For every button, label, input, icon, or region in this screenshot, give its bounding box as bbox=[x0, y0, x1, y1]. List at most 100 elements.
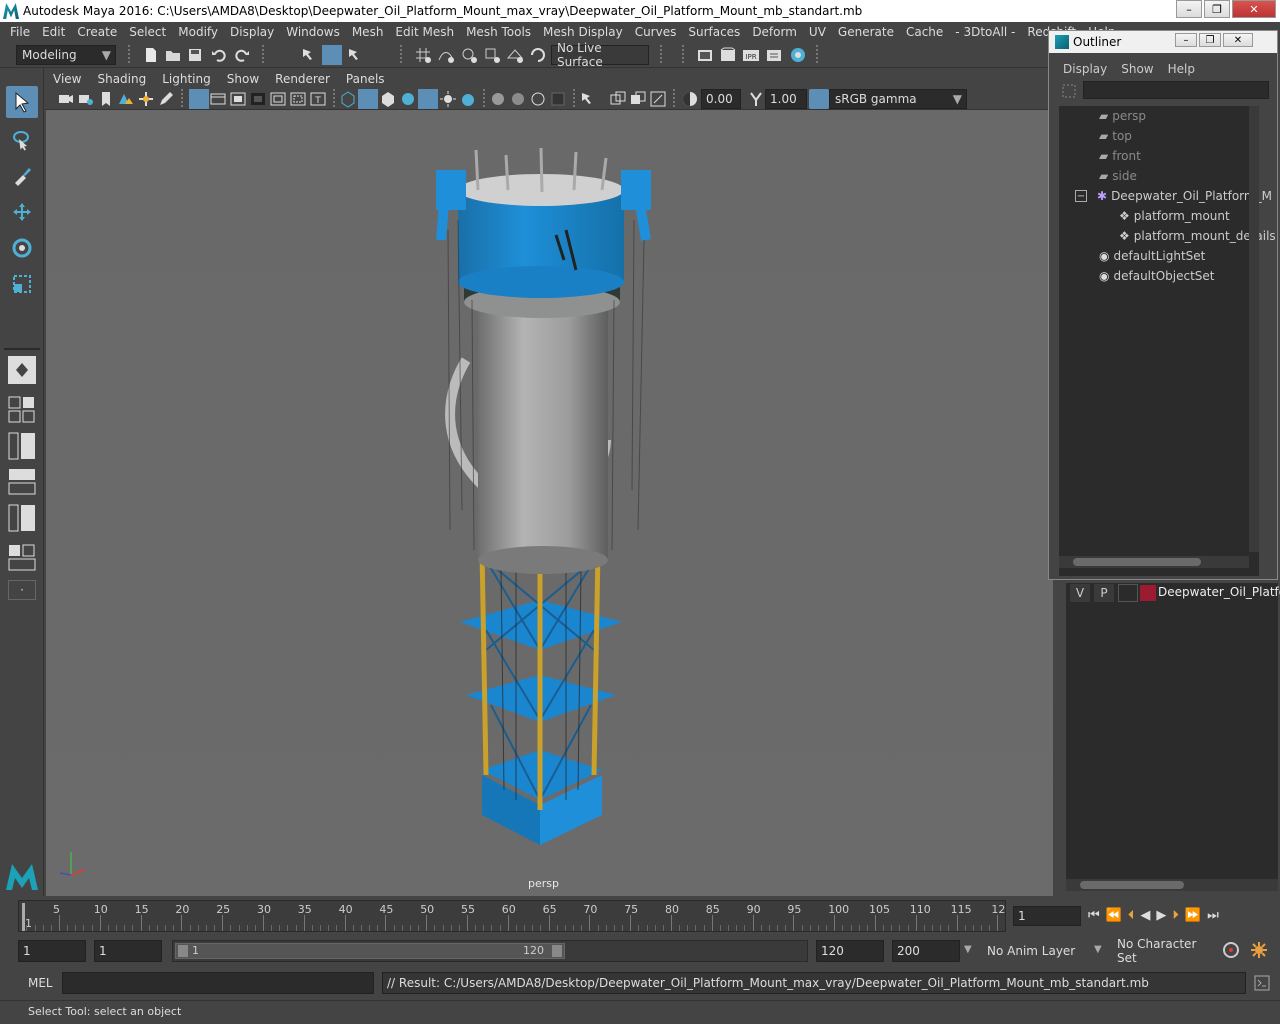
menu-mesh-tools[interactable]: Mesh Tools bbox=[466, 25, 531, 39]
highlight-icon[interactable] bbox=[579, 90, 597, 108]
view-transform-dropdown[interactable]: sRGB gamma ▼ bbox=[829, 89, 967, 109]
menu-3dtoall[interactable]: - 3DtoAll - bbox=[955, 25, 1015, 39]
gamma-field[interactable]: 1.00 bbox=[765, 89, 807, 109]
resolution-gate-icon[interactable] bbox=[229, 90, 247, 108]
smooth-shade-icon[interactable] bbox=[358, 89, 378, 109]
gate-mask-icon[interactable] bbox=[249, 90, 267, 108]
current-frame-field[interactable]: 1 bbox=[1013, 906, 1081, 926]
layer-playback-toggle[interactable]: P bbox=[1094, 584, 1114, 602]
snap-grid-icon[interactable] bbox=[414, 46, 432, 64]
render-settings-icon[interactable] bbox=[765, 46, 783, 64]
graph-layout-button[interactable] bbox=[8, 468, 36, 496]
menu-mesh[interactable]: Mesh bbox=[352, 25, 384, 39]
render-frame-icon[interactable] bbox=[719, 46, 737, 64]
four-pane-layout-button[interactable] bbox=[8, 396, 36, 424]
step-forward-frame-icon[interactable]: ⏵ bbox=[1172, 908, 1179, 923]
move-tool-button[interactable] bbox=[6, 196, 38, 228]
uv-layout-button[interactable] bbox=[8, 544, 36, 572]
layer-name[interactable]: Deepwater_Oil_Platfor bbox=[1158, 585, 1280, 599]
layer-color-swatch[interactable] bbox=[1140, 585, 1156, 601]
collapse-icon[interactable]: − bbox=[1075, 190, 1087, 202]
outliner-menu-help[interactable]: Help bbox=[1168, 62, 1195, 76]
image-plane-icon[interactable] bbox=[117, 90, 135, 108]
maximize-button[interactable]: ❐ bbox=[1204, 0, 1230, 18]
go-to-end-icon[interactable]: ⏭ bbox=[1207, 908, 1219, 923]
select-component-icon[interactable] bbox=[346, 46, 364, 64]
select-tool-button[interactable] bbox=[6, 86, 38, 118]
outliner-item-side[interactable]: ▰ side bbox=[1099, 166, 1137, 186]
range-handle-bar[interactable]: 1 120 bbox=[175, 943, 565, 959]
viewport-menu-panels[interactable]: Panels bbox=[346, 72, 385, 86]
step-back-frame-icon[interactable]: ⏴ bbox=[1128, 908, 1135, 923]
menu-modify[interactable]: Modify bbox=[178, 25, 218, 39]
time-slider-track[interactable]: 1 5 10 15 20 25 30 35 40 45 50 55 60 65 70 75 80 85 90 95 1… bbox=[18, 900, 1006, 932]
range-bar[interactable]: 1 120 bbox=[172, 940, 808, 962]
play-forward-icon[interactable]: ▶ bbox=[1156, 908, 1166, 923]
go-to-start-icon[interactable]: ⏮ bbox=[1088, 908, 1100, 923]
playback-end-field[interactable]: 120 bbox=[816, 940, 884, 962]
viewport-menu-show[interactable]: Show bbox=[227, 72, 259, 86]
outliner-vertical-scrollbar[interactable] bbox=[1249, 106, 1259, 552]
exposure-icon[interactable] bbox=[681, 90, 699, 108]
current-time-indicator[interactable] bbox=[22, 903, 25, 931]
menu-edit[interactable]: Edit bbox=[42, 25, 65, 39]
menu-surfaces[interactable]: Surfaces bbox=[688, 25, 740, 39]
ao-icon[interactable] bbox=[459, 90, 477, 108]
outliner-horizontal-scrollbar[interactable] bbox=[1059, 556, 1249, 568]
snap-point-icon[interactable] bbox=[460, 46, 478, 64]
chevron-down-icon[interactable]: ▼ bbox=[1094, 944, 1102, 955]
playback-start-field[interactable]: 1 bbox=[94, 940, 162, 962]
undo-icon[interactable] bbox=[210, 46, 228, 64]
exposure-field[interactable]: 0.00 bbox=[701, 89, 741, 109]
time-slider[interactable]: 1 5 10 15 20 25 30 35 40 45 50 55 60 65 70 75 80 85 90 95 1… bbox=[0, 898, 1280, 936]
snap-view-plane-icon[interactable] bbox=[506, 46, 524, 64]
safe-title-icon[interactable]: T bbox=[309, 90, 327, 108]
menu-edit-mesh[interactable]: Edit Mesh bbox=[395, 25, 454, 39]
make-live-icon[interactable] bbox=[529, 46, 547, 64]
menu-windows[interactable]: Windows bbox=[286, 25, 340, 39]
viewport-menu-view[interactable]: View bbox=[53, 72, 81, 86]
outliner-item-default-object-set[interactable]: ◉ defaultObjectSet bbox=[1099, 266, 1215, 286]
bookmark-icon[interactable] bbox=[97, 90, 115, 108]
lighting-icon[interactable] bbox=[418, 89, 438, 109]
viewport-persp[interactable]: persp bbox=[46, 110, 1053, 896]
new-scene-icon[interactable] bbox=[142, 46, 160, 64]
snap-curve-icon[interactable] bbox=[437, 46, 455, 64]
save-scene-icon[interactable] bbox=[186, 46, 204, 64]
frame-all-icon[interactable] bbox=[629, 90, 647, 108]
outliner-search-input[interactable] bbox=[1083, 81, 1269, 99]
2d-pan-zoom-icon[interactable] bbox=[137, 90, 155, 108]
animation-preferences-icon[interactable] bbox=[1250, 941, 1268, 959]
outliner-menu-show[interactable]: Show bbox=[1121, 62, 1153, 76]
close-button[interactable]: ✕ bbox=[1232, 0, 1276, 18]
frame-selected-icon[interactable] bbox=[649, 90, 667, 108]
shaded-wireframe-icon[interactable] bbox=[379, 90, 397, 108]
filter-icon[interactable] bbox=[1061, 83, 1077, 99]
outliner-item-platform-mount[interactable]: ❖ platform_mount bbox=[1119, 206, 1230, 226]
menu-display[interactable]: Display bbox=[230, 25, 274, 39]
command-input[interactable] bbox=[62, 972, 374, 994]
script-editor-icon[interactable] bbox=[1254, 975, 1270, 991]
backface-icon[interactable] bbox=[549, 90, 567, 108]
select-object-icon[interactable] bbox=[322, 45, 342, 65]
color-management-icon[interactable] bbox=[809, 89, 829, 109]
more-layouts-button[interactable]: · bbox=[8, 580, 36, 600]
camera-select-icon[interactable] bbox=[57, 90, 75, 108]
outliner-menu-display[interactable]: Display bbox=[1063, 62, 1107, 76]
menu-deform[interactable]: Deform bbox=[752, 25, 797, 39]
shadows-icon[interactable] bbox=[439, 90, 457, 108]
menu-generate[interactable]: Generate bbox=[838, 25, 894, 39]
scale-tool-button[interactable] bbox=[6, 268, 38, 300]
outliner-item-top[interactable]: ▰ top bbox=[1099, 126, 1132, 146]
grid-toggle-icon[interactable] bbox=[189, 89, 209, 109]
menu-file[interactable]: File bbox=[10, 25, 30, 39]
outliner-close-button[interactable]: ✕ bbox=[1223, 33, 1253, 47]
step-back-key-icon[interactable]: ⏪ bbox=[1106, 908, 1122, 923]
menu-create[interactable]: Create bbox=[77, 25, 117, 39]
hud-icon[interactable] bbox=[609, 90, 627, 108]
minimize-button[interactable]: – bbox=[1176, 0, 1202, 18]
script-language-label[interactable]: MEL bbox=[28, 976, 53, 990]
layer-visibility-toggle[interactable]: V bbox=[1070, 584, 1090, 602]
redo-icon[interactable] bbox=[233, 46, 251, 64]
gamma-icon[interactable] bbox=[747, 90, 765, 108]
